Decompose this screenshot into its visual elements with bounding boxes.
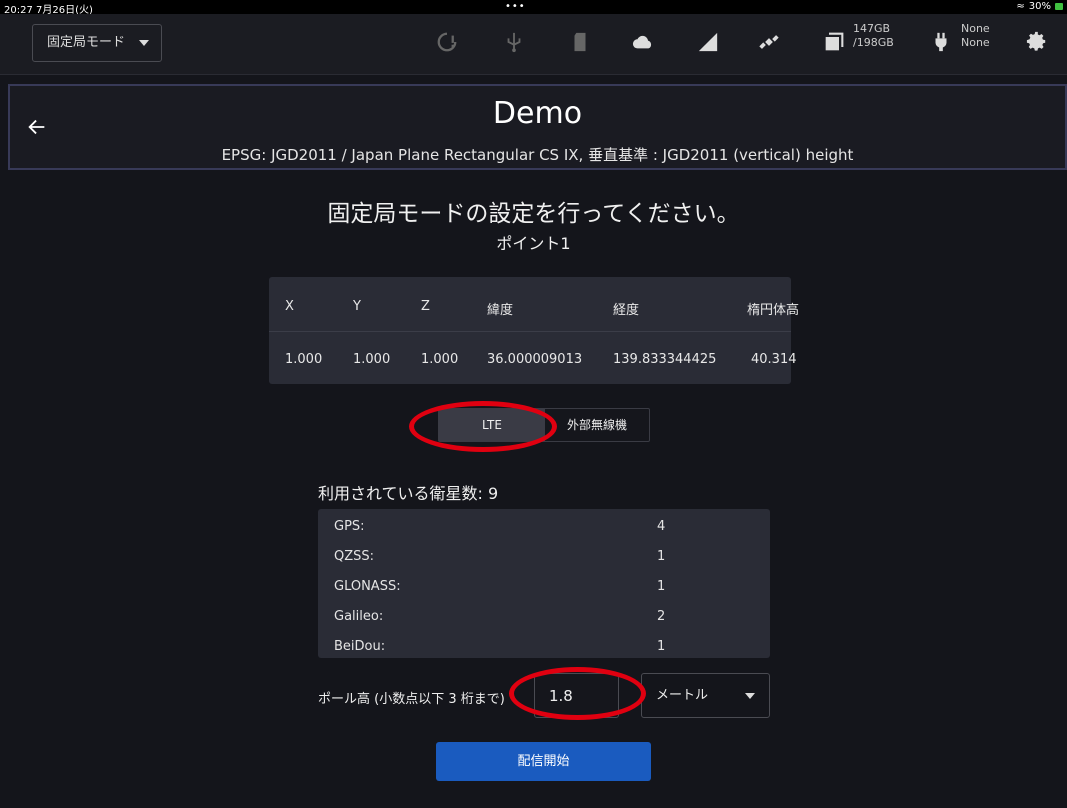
wifi-icon: ≈ xyxy=(1016,1,1025,12)
multitask-dots[interactable]: ••• xyxy=(505,1,526,12)
plug-icon[interactable] xyxy=(930,31,952,53)
header-latitude: 緯度 xyxy=(487,303,514,318)
storage-used: 147GB xyxy=(853,22,891,35)
header-z: Z xyxy=(421,299,430,314)
satellite-count: 2 xyxy=(657,609,666,624)
status-bar: 20:27 7月26日(火) ••• ≈ 30% xyxy=(0,0,1067,16)
storage-readout: 147GB /198GB xyxy=(853,22,894,50)
satellite-name: QZSS: xyxy=(334,549,375,564)
header-x: X xyxy=(285,299,294,314)
mode-select[interactable]: 固定局モード xyxy=(32,24,162,62)
pole-height-label: ポール高 (小数点以下 3 桁まで) xyxy=(318,692,505,707)
power-line2: None xyxy=(961,36,990,49)
cell-latitude: 36.000009013 xyxy=(487,352,583,367)
satellite-count: 1 xyxy=(657,579,666,594)
gauge-alert-icon[interactable] xyxy=(436,31,458,53)
unit-select-value: メートル xyxy=(656,688,709,703)
instruction-text: 固定局モードの設定を行ってください。 xyxy=(327,201,740,227)
sd-card-icon[interactable] xyxy=(569,31,591,53)
satellite-table: GPS: 4 QZSS: 1 GLONASS: 1 Galileo: 2 Bei… xyxy=(318,509,770,658)
start-broadcast-button[interactable]: 配信開始 xyxy=(436,742,651,781)
point-label: ポイント1 xyxy=(496,234,571,253)
list-item: GLONASS: 1 xyxy=(318,571,770,601)
list-item: QZSS: 1 xyxy=(318,541,770,571)
satellite-count: 1 xyxy=(657,639,666,654)
coordinate-table: X Y Z 緯度 経度 楕円体高 1.000 1.000 1.000 36.00… xyxy=(269,277,799,384)
cell-longitude: 139.833344425 xyxy=(613,352,717,367)
toggle-external-radio[interactable]: 外部無線機 xyxy=(545,409,649,441)
power-line1: None xyxy=(961,22,990,35)
connection-toggle: LTE 外部無線機 xyxy=(438,408,650,442)
header-ellipsoid-height: 楕円体高 xyxy=(747,303,800,318)
list-item: GPS: 4 xyxy=(318,511,770,541)
storage-icon[interactable] xyxy=(823,32,845,52)
page-header: Demo EPSG: JGD2011 / Japan Plane Rectang… xyxy=(8,84,1067,170)
table-divider xyxy=(269,331,791,332)
list-item: Galileo: 2 xyxy=(318,601,770,631)
satellite-count: 4 xyxy=(657,519,666,534)
satellite-name: BeiDou: xyxy=(334,639,386,654)
status-right: ≈ 30% xyxy=(1016,1,1063,12)
chevron-down-icon xyxy=(745,693,755,699)
app-toolbar: 固定局モード 147GB /198GB None None xyxy=(0,14,1067,75)
signal-icon[interactable] xyxy=(697,31,719,53)
mode-select-value: 固定局モード xyxy=(47,35,126,50)
list-item: BeiDou: 1 xyxy=(318,631,770,661)
satellite-count-label: 利用されている衛星数: 9 xyxy=(318,484,499,503)
cell-y: 1.000 xyxy=(353,352,391,367)
pole-height-input[interactable] xyxy=(534,673,619,718)
chevron-down-icon xyxy=(139,40,149,46)
header-longitude: 経度 xyxy=(613,303,640,318)
power-readout: None None xyxy=(961,22,990,50)
satellite-name: GLONASS: xyxy=(334,579,401,594)
battery-icon xyxy=(1055,3,1063,10)
satellite-name: GPS: xyxy=(334,519,365,534)
usb-icon[interactable] xyxy=(503,31,525,53)
crs-subtitle: EPSG: JGD2011 / Japan Plane Rectangular … xyxy=(221,146,854,164)
cell-z: 1.000 xyxy=(421,352,459,367)
cloud-icon[interactable] xyxy=(632,31,654,53)
battery-percent: 30% xyxy=(1028,1,1051,12)
storage-total: /198GB xyxy=(853,36,894,49)
unit-select[interactable]: メートル xyxy=(641,673,770,718)
cell-ellipsoid-height: 40.314 xyxy=(751,352,797,367)
satellite-name: Galileo: xyxy=(334,609,384,624)
header-y: Y xyxy=(353,299,361,314)
toggle-lte[interactable]: LTE xyxy=(439,409,545,441)
gear-icon[interactable] xyxy=(1026,31,1048,53)
cell-x: 1.000 xyxy=(285,352,323,367)
satellite-count: 1 xyxy=(657,549,666,564)
page-title: Demo xyxy=(492,96,583,131)
satellite-icon[interactable] xyxy=(758,31,780,53)
